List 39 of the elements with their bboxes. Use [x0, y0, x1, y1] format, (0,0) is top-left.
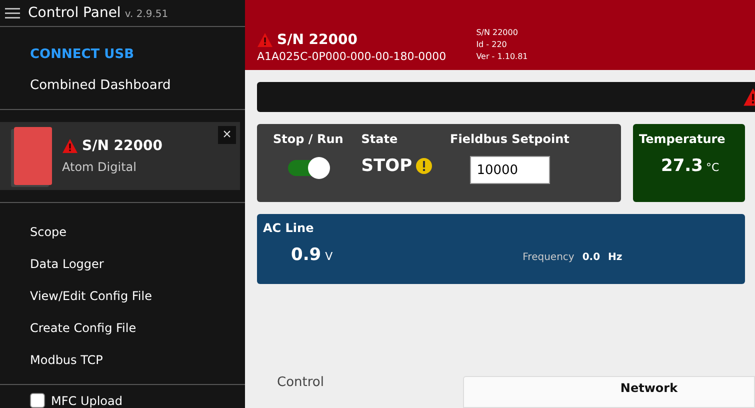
device-info-text: Id - 220	[476, 39, 508, 51]
checkbox[interactable]	[30, 393, 45, 408]
section-title: Control	[277, 375, 325, 390]
setpoint-label: Fieldbus Setpoint	[450, 132, 570, 146]
menu-item[interactable]: View/Edit Config File	[30, 289, 152, 303]
state-value: STOP	[361, 156, 412, 176]
temperature-value: 27.3	[661, 156, 703, 176]
stop-run-label: Stop / Run	[273, 132, 344, 146]
menu-item[interactable]: Modbus TCP	[30, 353, 103, 367]
nav-link[interactable]: Combined Dashboard	[30, 78, 171, 94]
frequency-label: Frequency	[522, 252, 574, 263]
setpoint-field[interactable]: 10000	[470, 156, 550, 184]
temperature-title: Temperature	[639, 132, 726, 146]
part-number: A1A025C-0P000-000-00-180-0000	[257, 50, 446, 63]
connect-link[interactable]: CONNECT USB	[30, 47, 134, 62]
voltage-unit: V	[325, 250, 333, 263]
device-photo	[14, 127, 52, 186]
close-button[interactable]: ×	[218, 126, 236, 144]
frequency-value: 0.0	[582, 252, 600, 263]
ac-line-title: AC Line	[263, 221, 315, 235]
run-toggle[interactable]	[288, 160, 328, 176]
temperature-unit: °C	[706, 161, 720, 174]
menu-item[interactable]: Scope	[30, 225, 67, 239]
checkbox-label: MFC Upload	[51, 394, 122, 408]
header-serial: S/N 22000	[277, 32, 358, 48]
device-info-text: Ver - 1.10.81	[476, 51, 528, 63]
menu-icon[interactable]	[5, 8, 20, 19]
menu-item[interactable]: Data Logger	[30, 257, 104, 271]
device-model: Atom Digital	[62, 160, 138, 174]
device-card[interactable]: S/N 22000 Atom Digital ×	[0, 122, 240, 190]
column-header: Network	[620, 381, 678, 397]
voltage-value: 0.9	[291, 245, 322, 265]
device-info-text: S/N 22000	[476, 27, 519, 39]
app-title: Control Panel v. 2.9.51	[28, 5, 168, 22]
frequency-unit: Hz	[608, 252, 622, 263]
version-text: v. 2.9.51	[124, 9, 168, 20]
menu-item[interactable]: Create Config File	[30, 321, 136, 335]
state-label: State	[361, 132, 398, 146]
device-serial: S/N 22000	[82, 138, 162, 154]
